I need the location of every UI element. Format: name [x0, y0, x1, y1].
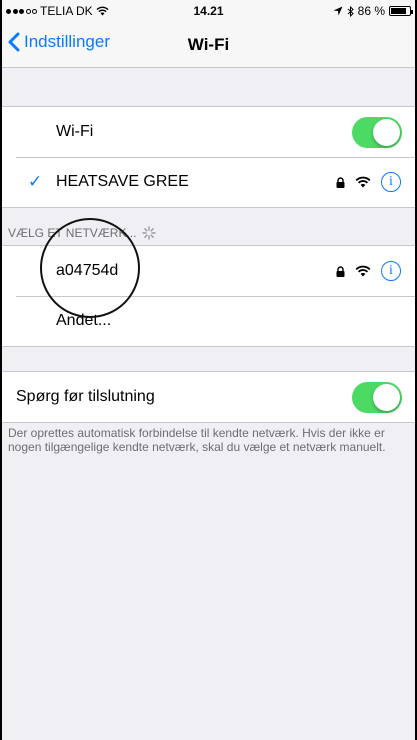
checkmark-icon: ✓ — [28, 172, 43, 191]
lock-icon — [336, 176, 345, 188]
network-accessories: i — [336, 261, 401, 281]
wifi-toggle-label: Wi-Fi — [56, 123, 94, 140]
available-networks-group: a04754d i Andet... — [0, 245, 417, 347]
ask-to-join-label: Spørg før tilslutning — [16, 388, 155, 405]
ask-to-join-row: Spørg før tilslutning — [0, 372, 417, 422]
location-arrow-icon — [333, 6, 343, 16]
ask-to-join-group: Spørg før tilslutning — [0, 371, 417, 423]
ask-to-join-footer: Der oprettes automatisk forbindelse til … — [8, 426, 386, 454]
network-name: a04754d — [56, 262, 119, 279]
bluetooth-icon — [347, 5, 354, 17]
info-button[interactable]: i — [381, 261, 401, 281]
battery-percentage: 86 % — [357, 4, 385, 18]
lock-icon — [336, 265, 345, 277]
page-title: Wi-Fi — [187, 35, 230, 54]
other-network-label: Andet... — [56, 312, 112, 329]
battery-icon — [389, 6, 413, 16]
choose-network-header-label: VÆLG ET NETVÆRK... — [8, 226, 137, 240]
other-network-row[interactable]: Andet... — [0, 296, 417, 346]
loading-spinner-icon — [142, 226, 157, 240]
choose-network-header: VÆLG ET NETVÆRK... — [8, 226, 157, 240]
status-bar: TELIA DK 14.21 86 % — [0, 0, 417, 22]
device-frame-left — [0, 0, 2, 740]
wifi-toggle-switch[interactable] — [352, 116, 402, 148]
network-accessories: i — [336, 172, 401, 192]
wifi-signal-icon — [355, 176, 371, 188]
wifi-signal-icon — [355, 265, 371, 277]
connected-network-name: HEATSAVE GREE — [56, 173, 189, 190]
ask-to-join-toggle-switch[interactable] — [352, 381, 402, 413]
network-row[interactable]: a04754d i — [0, 246, 417, 296]
toggle-knob — [373, 383, 400, 411]
connected-network-row[interactable]: ✓ HEATSAVE GREE i — [0, 157, 417, 207]
navigation-bar: Indstillinger Wi-Fi — [0, 22, 417, 68]
toggle-knob — [373, 118, 400, 146]
info-button[interactable]: i — [381, 172, 401, 192]
wifi-toggle-row: Wi-Fi — [0, 107, 417, 157]
wifi-group: Wi-Fi ✓ HEATSAVE GREE i — [0, 106, 417, 208]
status-right: 86 % — [333, 4, 413, 18]
